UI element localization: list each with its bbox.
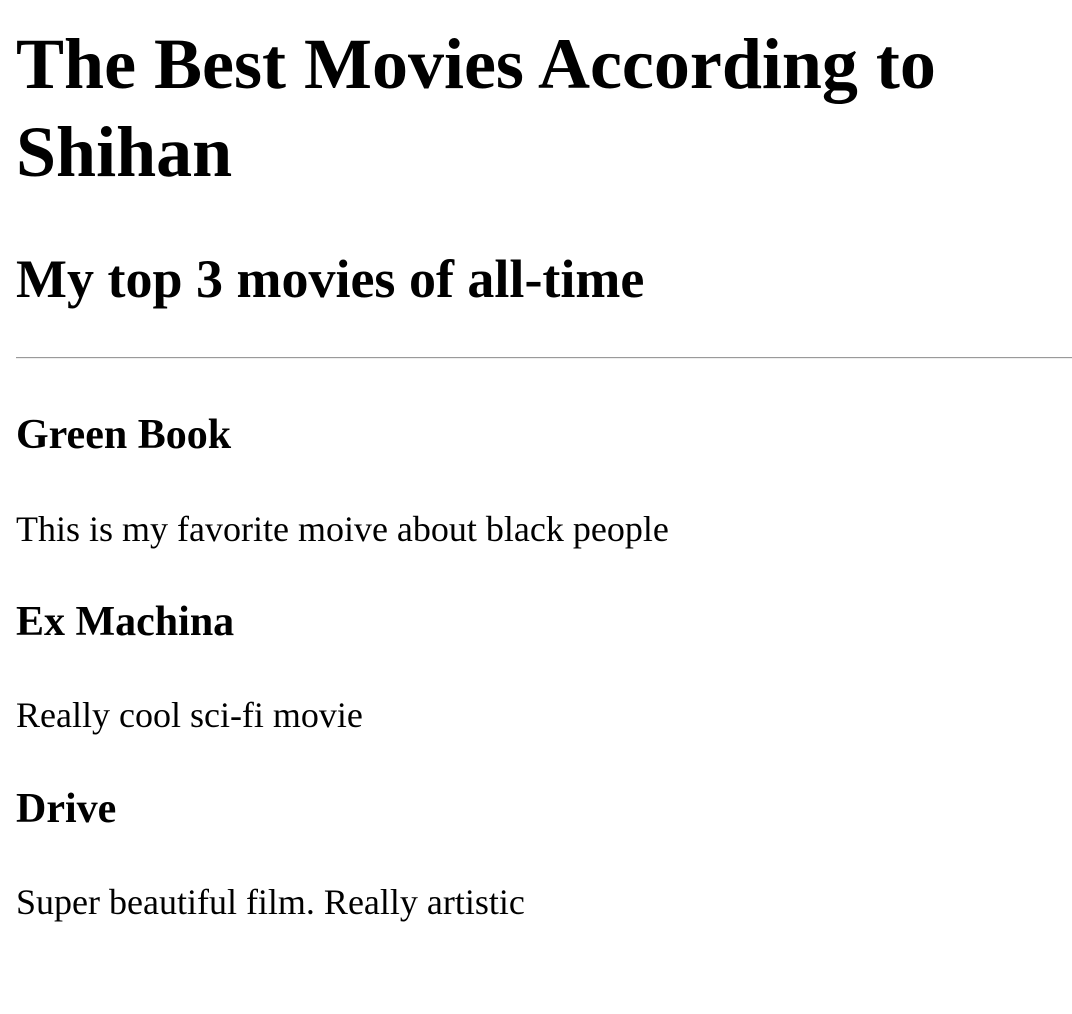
movie-title-ex-machina: Ex Machina	[16, 599, 235, 645]
movie-title-drive: Drive	[16, 786, 117, 832]
movie-title-green-book: Green Book	[16, 412, 232, 458]
page-title: The Best Movies According to Shihan	[16, 24, 936, 192]
page: The Best Movies According to Shihan My t…	[0, 0, 1072, 1014]
movie-description-ex-machina: Really cool sci-fi movie	[16, 695, 363, 735]
movie-description-drive: Super beautiful film. Really artistic	[16, 882, 525, 922]
page-subtitle: My top 3 movies of all-time	[16, 249, 645, 309]
divider	[16, 357, 1072, 359]
movie-description-green-book: This is my favorite moive about black pe…	[16, 509, 669, 549]
